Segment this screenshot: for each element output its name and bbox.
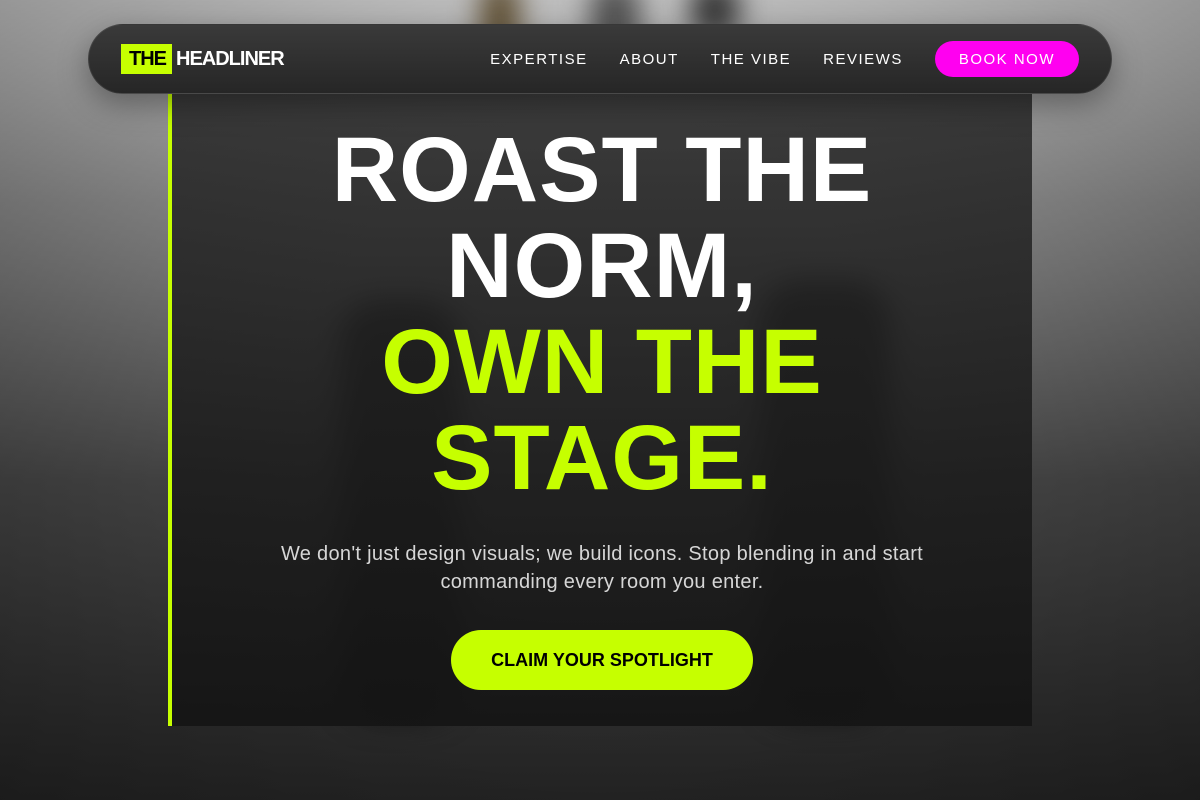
nav-link-expertise[interactable]: EXPERTISE	[490, 51, 587, 68]
hero-subtext: We don't just design visuals; we build i…	[280, 543, 924, 593]
hero-panel: ROAST THE NORM, OWN THE STAGE. We don't …	[168, 94, 1032, 726]
claim-spotlight-button[interactable]: CLAIM YOUR SPOTLIGHT	[451, 630, 753, 690]
headline-line-4: STAGE.	[431, 407, 773, 509]
headline-line-1: ROAST THE	[331, 119, 873, 221]
hero-headline: ROAST THE NORM, OWN THE STAGE.	[332, 122, 873, 506]
nav-link-about[interactable]: ABOUT	[620, 51, 679, 68]
logo-highlight: THE	[121, 44, 172, 74]
headline-line-3: OWN THE	[381, 311, 823, 413]
logo-text: HEADLINER	[176, 48, 285, 70]
nav-link-the-vibe[interactable]: THE VIBE	[711, 51, 791, 68]
headline-line-2: NORM,	[446, 215, 758, 317]
logo[interactable]: THE HEADLINER	[121, 44, 285, 74]
top-navigation: THE HEADLINER EXPERTISE ABOUT THE VIBE R…	[88, 24, 1112, 94]
nav-link-reviews[interactable]: REVIEWS	[823, 51, 903, 68]
nav-links: EXPERTISE ABOUT THE VIBE REVIEWS BOOK NO…	[458, 41, 1079, 77]
book-now-button[interactable]: BOOK NOW	[934, 41, 1079, 77]
